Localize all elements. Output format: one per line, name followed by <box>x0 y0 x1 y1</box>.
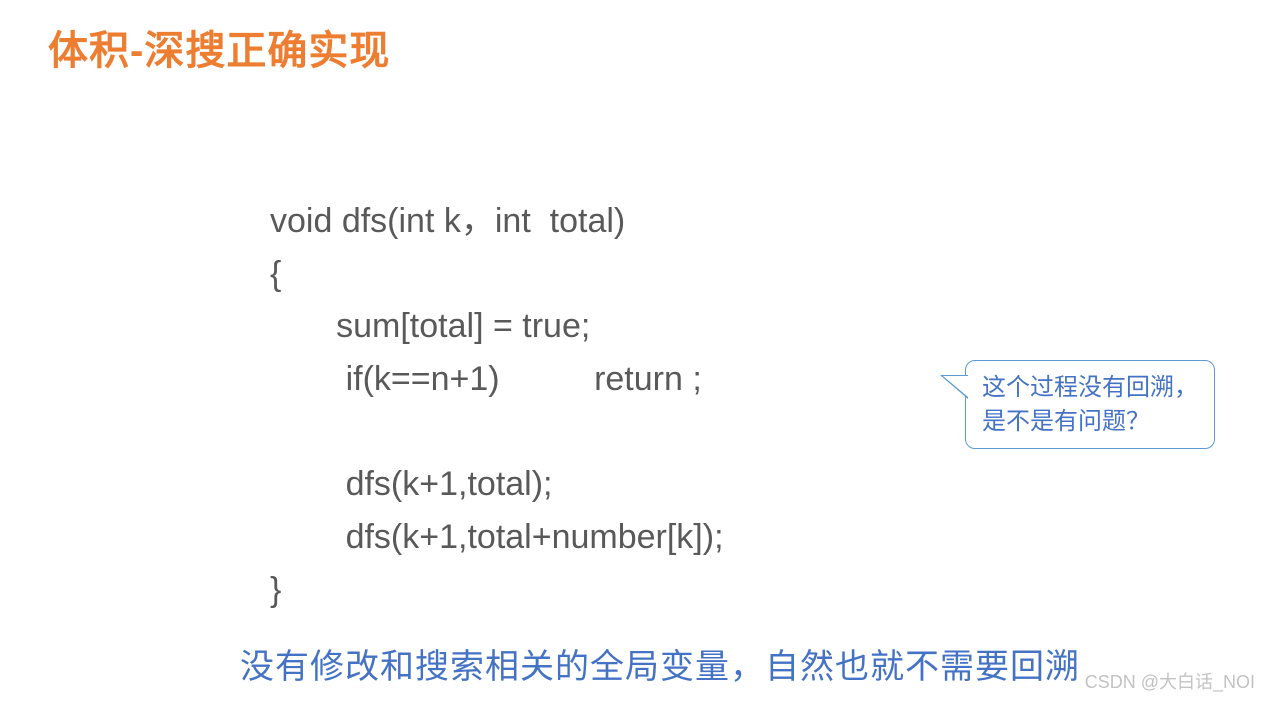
callout-line: 这个过程没有回溯， <box>982 371 1198 405</box>
callout-container: 这个过程没有回溯， 是不是有问题？ <box>965 360 1215 449</box>
code-line: dfs(k+1,total+number[k]); <box>270 518 724 556</box>
bottom-summary: 没有修改和搜索相关的全局变量，自然也就不需要回溯 <box>240 639 1080 688</box>
callout-box: 这个过程没有回溯， 是不是有问题？ <box>965 360 1215 449</box>
code-line: { <box>270 255 281 293</box>
code-line: dfs(k+1,total); <box>270 465 553 503</box>
slide-title: 体积-深搜正确实现 <box>48 18 390 76</box>
watermark: CSDN @大白话_NOI <box>1085 668 1255 694</box>
code-line: sum[total] = true; <box>270 307 590 345</box>
code-line: void dfs(int k，int total) <box>270 202 625 240</box>
code-line: } <box>270 571 281 609</box>
code-line: if(k==n+1) return ; <box>270 360 702 398</box>
callout-line: 是不是有问题？ <box>982 405 1198 439</box>
code-block: void dfs(int k，int total) { sum[total] =… <box>270 195 724 617</box>
